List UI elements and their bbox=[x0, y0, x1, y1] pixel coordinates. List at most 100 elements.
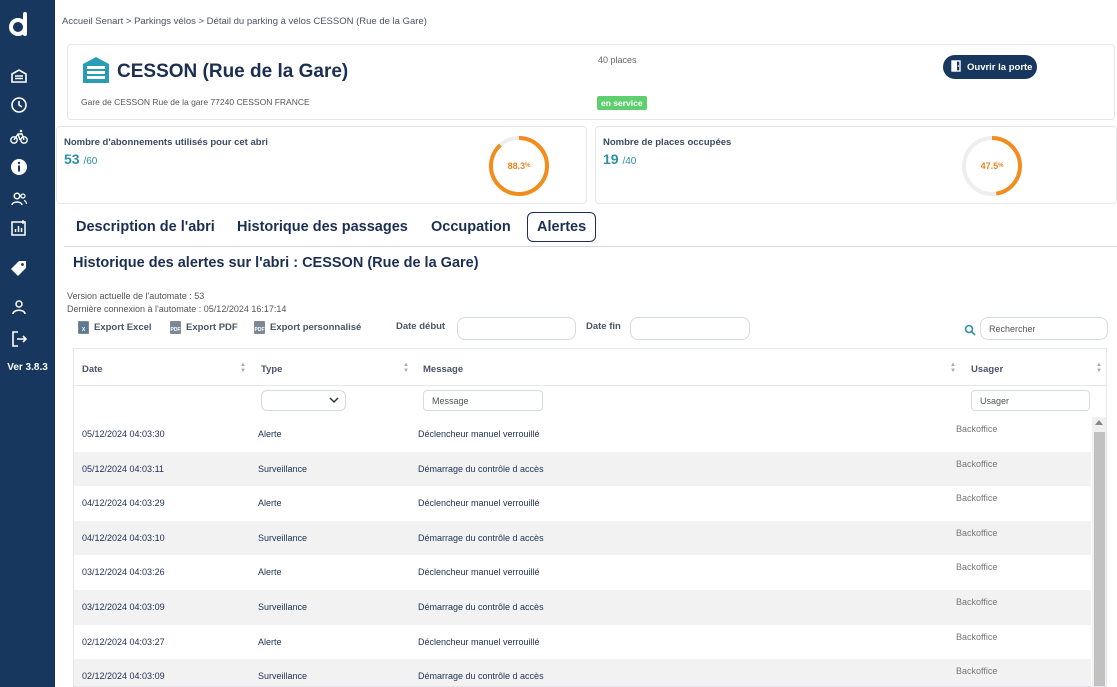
column-header-message[interactable]: Message bbox=[423, 364, 463, 375]
cell-type: Surveillance bbox=[258, 532, 308, 543]
open-door-label: Ouvrir la porte bbox=[967, 61, 1033, 73]
table-row[interactable]: 03/12/2024 04:03:09 Surveillance Démarrage… bbox=[74, 590, 1091, 625]
table-row[interactable]: 04/12/2024 04:03:29 Alerte Déclencheur man… bbox=[74, 486, 1091, 521]
date-end-input[interactable] bbox=[630, 317, 750, 340]
status-badge: en service bbox=[597, 96, 647, 110]
automate-last-connection: Dernière connexion à l'automate : 05/12/… bbox=[67, 304, 287, 314]
date-start-input[interactable] bbox=[457, 317, 576, 340]
column-header-type[interactable]: Type bbox=[261, 364, 282, 375]
tag-icon[interactable] bbox=[10, 259, 28, 277]
report-icon[interactable] bbox=[10, 219, 28, 237]
section-title: Historique des alertes sur l'abri : CESS… bbox=[73, 255, 479, 271]
cell-date: 02/12/2024 04:03:09 bbox=[82, 671, 165, 682]
tab-historique-passages[interactable]: Historique des passages bbox=[237, 212, 408, 242]
tab-occupation[interactable]: Occupation bbox=[431, 212, 511, 242]
table-row[interactable]: 05/12/2024 04:03:11 Surveillance Démarrage… bbox=[74, 451, 1091, 487]
table-row[interactable]: 04/12/2024 04:03:10 Surveillance Démarrage… bbox=[74, 520, 1091, 556]
table-scrollbar[interactable] bbox=[1092, 417, 1106, 686]
door-icon bbox=[951, 59, 961, 75]
cell-date: 05/12/2024 04:03:30 bbox=[82, 429, 165, 439]
occupied-percent: 47.5 bbox=[980, 161, 999, 171]
cell-usager: Backoffice bbox=[956, 562, 998, 573]
scroll-thumb[interactable] bbox=[1094, 432, 1105, 686]
cell-message: Déclencheur manuel verrouillé bbox=[418, 498, 540, 509]
occupied-gauge: 47.5% bbox=[960, 134, 1024, 198]
cell-message: Démarrage du contrôle d accès bbox=[418, 602, 544, 612]
info-icon[interactable] bbox=[10, 158, 28, 176]
sidebar: Ver 3.8.3 bbox=[0, 0, 55, 687]
places-count: 40 places bbox=[598, 55, 637, 65]
date-start-label: Date début bbox=[396, 321, 446, 332]
cell-date: 02/12/2024 04:03:27 bbox=[82, 636, 165, 647]
cell-usager: Backoffice bbox=[956, 597, 998, 607]
message-filter-input[interactable]: Message bbox=[423, 390, 543, 411]
excel-icon: X bbox=[78, 321, 89, 334]
tab-divider bbox=[64, 246, 1117, 247]
cell-usager: Backoffice bbox=[956, 493, 998, 504]
column-header-usager[interactable]: Usager bbox=[971, 364, 1003, 375]
cell-date: 04/12/2024 04:03:29 bbox=[82, 498, 165, 509]
cell-date: 05/12/2024 04:03:11 bbox=[82, 463, 164, 474]
cell-date: 03/12/2024 04:03:26 bbox=[82, 567, 165, 578]
logo-icon[interactable] bbox=[8, 10, 32, 38]
cell-usager: Backoffice bbox=[956, 424, 998, 434]
parking-icon[interactable] bbox=[10, 67, 28, 85]
bike-icon[interactable] bbox=[10, 128, 28, 146]
cell-type: Alerte bbox=[258, 567, 282, 578]
column-header-date[interactable]: Date bbox=[82, 364, 103, 375]
scroll-up-icon[interactable] bbox=[1095, 420, 1103, 425]
cell-type: Alerte bbox=[258, 636, 282, 647]
type-filter-select[interactable] bbox=[261, 390, 346, 411]
cell-type: Alerte bbox=[258, 498, 282, 509]
automate-version: Version actuelle de l'automate : 53 bbox=[67, 291, 205, 301]
export-excel-button[interactable]: X Export Excel bbox=[78, 321, 152, 334]
clock-icon[interactable] bbox=[10, 96, 28, 114]
table-row[interactable]: 03/12/2024 04:03:26 Alerte Déclencheur man… bbox=[74, 555, 1091, 590]
shelter-icon bbox=[82, 56, 110, 84]
cell-usager: Backoffice bbox=[956, 631, 998, 642]
tab-alertes[interactable]: Alertes bbox=[527, 212, 597, 242]
occupied-label: Nombre de places occupées bbox=[603, 137, 732, 148]
app-version: Ver 3.8.3 bbox=[7, 362, 48, 373]
breadcrumb: Accueil Senart > Parkings vélos > Détail… bbox=[62, 16, 427, 27]
cell-message: Déclencheur manuel verrouillé bbox=[418, 636, 540, 647]
page-title: CESSON (Rue de la Gare) bbox=[117, 61, 349, 82]
cell-message: Déclencheur manuel verrouillé bbox=[418, 567, 540, 578]
user-icon[interactable] bbox=[10, 298, 28, 316]
address: Gare de CESSON Rue de la gare 77240 CESS… bbox=[81, 97, 310, 107]
cell-message: Démarrage du contrôle d accès bbox=[418, 671, 544, 682]
subscriptions-percent: 88.3 bbox=[507, 161, 526, 171]
cell-usager: Backoffice bbox=[956, 458, 998, 469]
cell-type: Surveillance bbox=[258, 671, 308, 682]
search-input[interactable]: Rechercher bbox=[980, 317, 1108, 340]
occupied-value: 19 /40 bbox=[603, 151, 637, 167]
subscriptions-gauge: 88.3% bbox=[487, 134, 551, 198]
export-pdf-button[interactable]: PDF Export PDF bbox=[170, 321, 238, 334]
cell-message: Démarrage du contrôle d accès bbox=[418, 532, 544, 543]
cell-message: Démarrage du contrôle d accès bbox=[418, 463, 544, 474]
table-row[interactable]: 02/12/2024 04:03:09 Surveillance Démarrage… bbox=[74, 659, 1091, 686]
export-custom-button[interactable]: PDF Export personnalisé bbox=[254, 321, 361, 334]
cell-message: Déclencheur manuel verrouillé bbox=[418, 429, 540, 439]
chevron-down-icon bbox=[329, 395, 339, 407]
cell-date: 04/12/2024 04:03:10 bbox=[82, 532, 165, 543]
table-row[interactable]: 02/12/2024 04:03:27 Alerte Déclencheur man… bbox=[74, 625, 1091, 660]
cell-usager: Backoffice bbox=[956, 666, 998, 677]
cell-type: Surveillance bbox=[258, 463, 308, 474]
usager-filter-input[interactable]: Usager bbox=[971, 390, 1090, 411]
pdf-icon: PDF bbox=[254, 321, 265, 334]
open-door-button[interactable]: Ouvrir la porte bbox=[943, 55, 1037, 79]
cell-type: Alerte bbox=[258, 429, 282, 439]
alerts-table: Date ▲ ▼ Type ▲ ▼ Message ▲ ▼ Usager ▲ ▼ Mes… bbox=[73, 348, 1107, 687]
subscriptions-label: Nombre d'abonnements utilisés pour cet a… bbox=[64, 137, 268, 148]
pdf-icon: PDF bbox=[170, 321, 181, 334]
logout-icon[interactable] bbox=[10, 330, 28, 348]
date-end-label: Date fin bbox=[586, 321, 621, 332]
cell-type: Surveillance bbox=[258, 602, 308, 612]
tab-description[interactable]: Description de l'abri bbox=[76, 212, 215, 242]
cell-usager: Backoffice bbox=[956, 527, 998, 538]
cell-date: 03/12/2024 04:03:09 bbox=[82, 602, 165, 612]
search-icon bbox=[964, 323, 976, 341]
users-icon[interactable] bbox=[10, 190, 28, 208]
table-row[interactable]: 05/12/2024 04:03:30 Alerte Déclencheur man… bbox=[74, 417, 1091, 452]
